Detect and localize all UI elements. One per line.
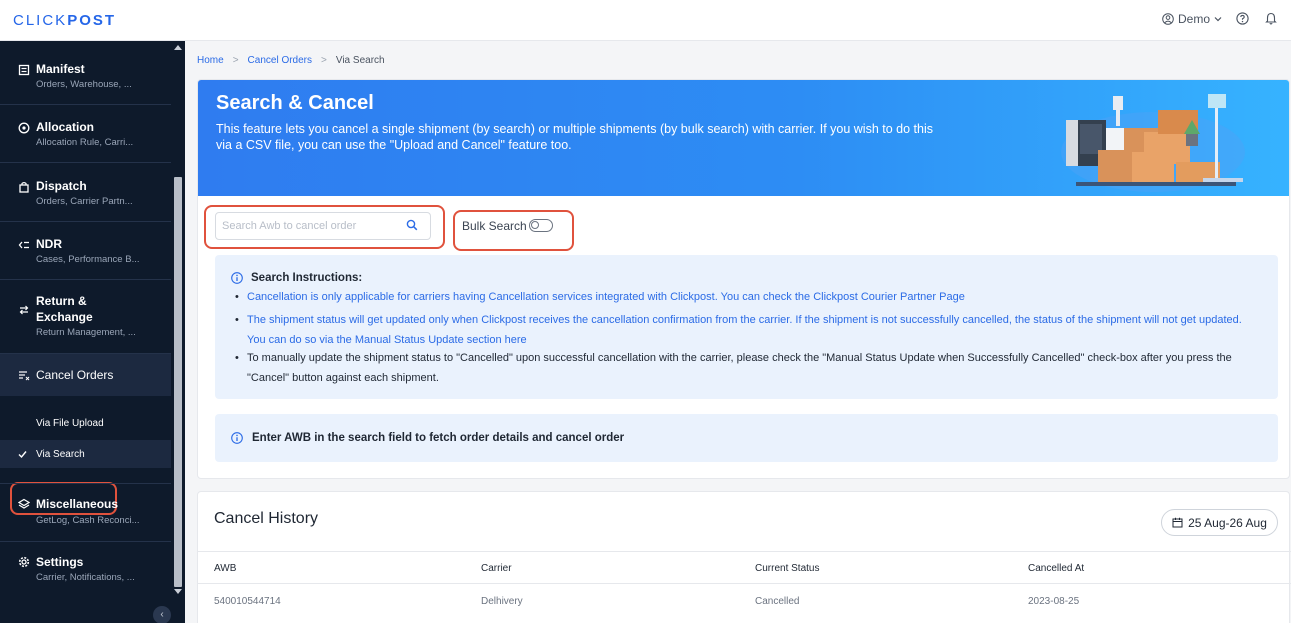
- column-header-cancelled-at: Cancelled At: [1028, 563, 1085, 574]
- bell-icon[interactable]: [1265, 12, 1277, 25]
- cell-cancelled-at: 2023-08-25: [1028, 596, 1080, 607]
- bullet-icon: •: [235, 352, 239, 364]
- instructions-heading: Search Instructions:: [251, 272, 363, 284]
- column-header-status: Current Status: [755, 563, 820, 574]
- instruction-text[interactable]: The shipment status will get updated onl…: [247, 314, 1242, 346]
- clickpost-logo[interactable]: CLICKPOST: [13, 12, 116, 29]
- filter-list-icon: [19, 371, 30, 381]
- sidebar-item-sub: Carrier, Notifications, ...: [36, 572, 135, 583]
- breadcrumb-separator-icon: >: [232, 55, 239, 66]
- search-icon[interactable]: [406, 219, 418, 231]
- column-header-awb: AWB: [214, 563, 237, 574]
- chevron-down-icon: [1214, 17, 1222, 22]
- banner: Search & Cancel This feature lets you ca…: [198, 80, 1289, 196]
- sidebar-item-label: Return &: [36, 294, 87, 308]
- user-name: Demo: [1178, 12, 1211, 26]
- user-icon: [1162, 13, 1174, 25]
- sidebar-item-label: Cancel Orders: [36, 368, 114, 382]
- bag-icon: [19, 182, 29, 193]
- awb-search-input[interactable]: [222, 218, 402, 234]
- sidebar-item-ndr[interactable]: NDR Cases, Performance B...: [0, 222, 171, 280]
- banner-description: This feature lets you cancel a single sh…: [216, 122, 933, 152]
- sidebar-item-label: Allocation: [36, 120, 95, 134]
- exchange-icon: [19, 305, 29, 315]
- sidebar-item-sub: Cases, Performance B...: [36, 254, 140, 265]
- sidebar-item-allocation[interactable]: Allocation Allocation Rule, Carri...: [0, 105, 171, 163]
- target-icon: [18, 122, 30, 134]
- bulk-search-toggle[interactable]: [529, 219, 553, 232]
- sidebar-sub-via-search[interactable]: Via Search: [36, 449, 85, 460]
- awb-search-box: [215, 212, 431, 240]
- sidebar-item-dispatch[interactable]: Dispatch Orders, Carrier Partn...: [0, 163, 171, 222]
- sidebar-item-return-exchange[interactable]: Return & Exchange Return Management, ...: [0, 280, 171, 354]
- sidebar-item-settings[interactable]: Settings Carrier, Notifications, ...: [0, 542, 171, 600]
- scroll-down-arrow-icon[interactable]: [174, 589, 182, 594]
- sidebar-item-sub: Allocation Rule, Carri...: [36, 137, 134, 148]
- collapse-sidebar-button[interactable]: ‹: [153, 606, 171, 623]
- sidebar-item-label-line2: Exchange: [36, 310, 93, 324]
- instruction-item: • To manually update the shipment status…: [235, 349, 1247, 388]
- history-table-header: AWB Carrier Current Status Cancelled At: [198, 551, 1291, 584]
- calendar-icon: [1172, 517, 1183, 528]
- sidebar-item-sub: Orders, Warehouse, ...: [36, 79, 132, 90]
- help-icon[interactable]: [1236, 12, 1249, 25]
- sidebar-scrollbar[interactable]: [171, 41, 185, 623]
- info-icon: [231, 432, 243, 444]
- sidebar-item-sub: Orders, Carrier Partn...: [36, 196, 133, 207]
- check-icon: [18, 451, 27, 459]
- date-range-picker[interactable]: 25 Aug-26 Aug: [1161, 509, 1278, 536]
- cell-carrier: Delhivery: [481, 596, 523, 607]
- boxes-illustration: [1061, 94, 1245, 192]
- sidebar-item-sub: GetLog, Cash Reconci...: [36, 515, 140, 526]
- bullet-icon: •: [235, 291, 239, 303]
- top-bar: CLICKPOST Demo: [0, 0, 1291, 41]
- cell-awb: 540010544714: [214, 596, 281, 607]
- layers-icon: [18, 498, 30, 509]
- sidebar-item-manifest[interactable]: Manifest Orders, Warehouse, ...: [0, 41, 171, 105]
- breadcrumb-current: Via Search: [335, 55, 385, 66]
- date-range-label: 25 Aug-26 Aug: [1188, 515, 1267, 530]
- instruction-item: • The shipment status will get updated o…: [235, 311, 1247, 350]
- scrollbar-thumb[interactable]: [174, 177, 182, 587]
- sidebar-item-miscellaneous[interactable]: Miscellaneous GetLog, Cash Reconci...: [0, 483, 171, 542]
- instruction-text[interactable]: Cancellation is only applicable for carr…: [247, 291, 965, 303]
- breadcrumb-cancel-orders[interactable]: Cancel Orders: [248, 55, 312, 66]
- sidebar-item-cancel-orders[interactable]: Cancel Orders: [0, 354, 171, 396]
- breadcrumb-separator-icon: >: [321, 55, 327, 66]
- breadcrumb: Home > Cancel Orders > Via Search: [197, 55, 385, 66]
- awb-notice-text: Enter AWB in the search field to fetch o…: [252, 432, 625, 444]
- sidebar-item-label: Dispatch: [36, 179, 87, 193]
- info-icon: [231, 272, 243, 284]
- user-menu[interactable]: Demo: [1162, 12, 1222, 26]
- sidebar-item-label: Miscellaneous: [36, 497, 119, 511]
- bullet-icon: •: [235, 314, 239, 326]
- sidebar: Manifest Orders, Warehouse, ... Allocati…: [0, 41, 185, 623]
- sidebar-item-sub: Return Management, ...: [36, 327, 136, 338]
- list-arrow-icon: [18, 241, 29, 249]
- cancel-history-card: Cancel History 25 Aug-26 Aug AWB Carrier…: [197, 491, 1291, 623]
- page-title: Search & Cancel: [216, 92, 374, 114]
- column-header-carrier: Carrier: [481, 563, 512, 574]
- sidebar-item-label: Manifest: [36, 62, 85, 76]
- toggle-knob: [531, 221, 539, 229]
- bulk-search-label: Bulk Search: [462, 219, 527, 233]
- instruction-item: • Cancellation is only applicable for ca…: [235, 288, 1247, 308]
- scroll-up-arrow-icon[interactable]: [174, 45, 182, 50]
- cancel-history-title: Cancel History: [214, 510, 319, 527]
- search-cancel-card: Search & Cancel This feature lets you ca…: [197, 79, 1290, 479]
- breadcrumb-home[interactable]: Home: [197, 55, 224, 66]
- sidebar-item-label: Settings: [36, 555, 84, 569]
- sidebar-item-label: NDR: [36, 237, 62, 251]
- sidebar-sub-via-file-upload[interactable]: Via File Upload: [36, 418, 104, 429]
- gear-icon: [18, 556, 30, 568]
- cell-status: Cancelled: [755, 596, 800, 607]
- document-list-icon: [18, 64, 30, 76]
- instruction-text: To manually update the shipment status t…: [247, 352, 1232, 384]
